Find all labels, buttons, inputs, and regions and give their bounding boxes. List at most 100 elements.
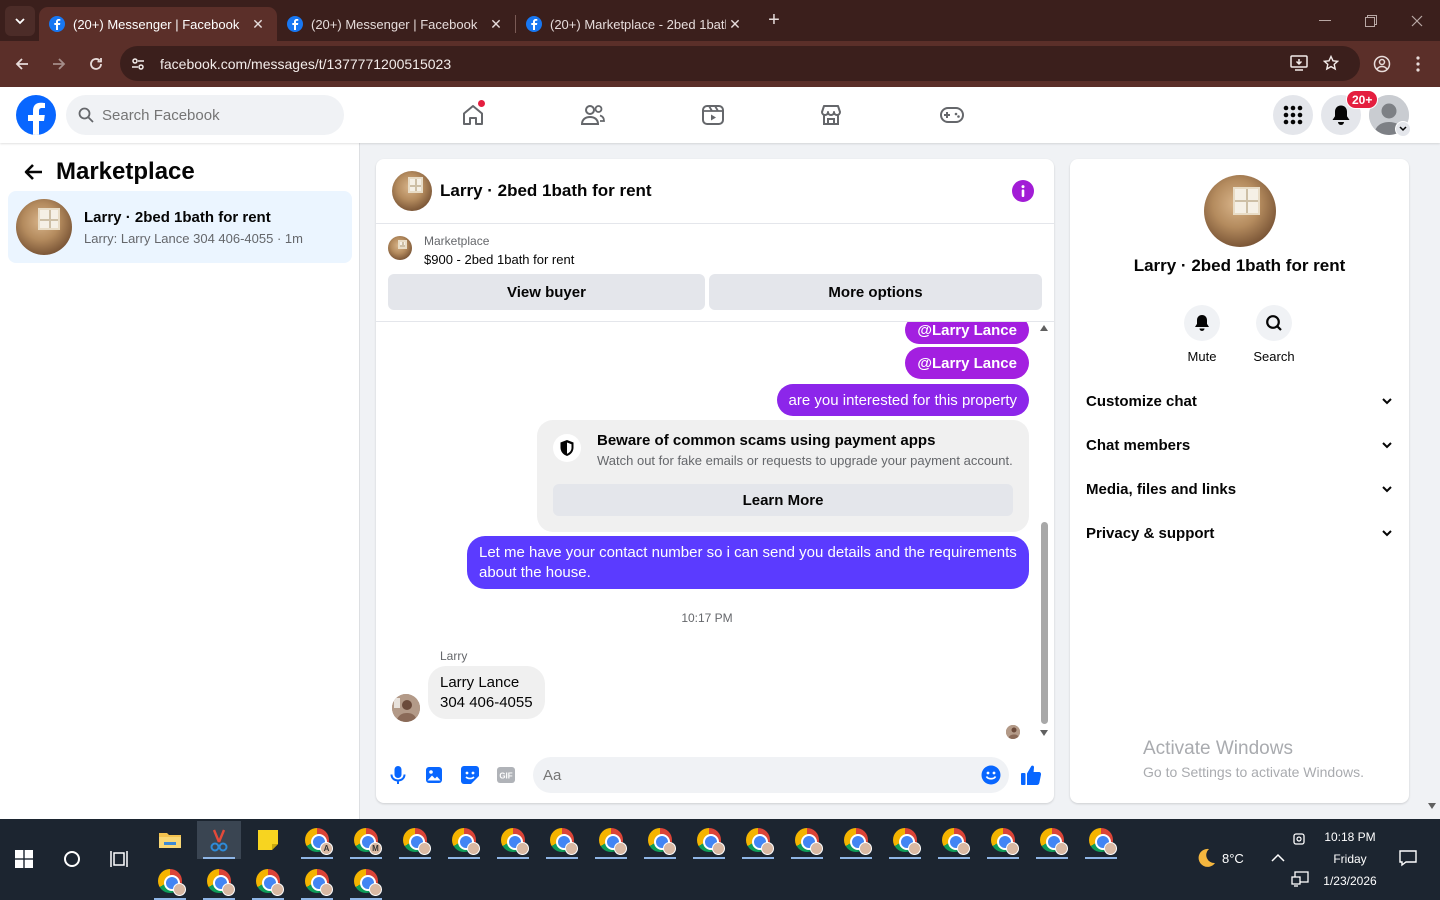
chrome-taskbar-icon[interactable]	[295, 862, 339, 900]
chrome-taskbar-icon[interactable]	[785, 821, 829, 859]
sender-avatar[interactable]	[392, 694, 420, 722]
chrome-taskbar-icon[interactable]	[246, 862, 290, 900]
tab-close-icon[interactable]: ✕	[726, 15, 744, 33]
chrome-taskbar-icon[interactable]: A	[295, 821, 339, 859]
tab-close-icon[interactable]: ✕	[487, 15, 505, 33]
address-bar[interactable]: facebook.com/messages/t/1377771200515023	[120, 46, 1360, 81]
reload-button[interactable]	[79, 47, 113, 81]
learn-more-button[interactable]: Learn More	[553, 484, 1013, 516]
facebook-logo-icon[interactable]	[16, 95, 56, 135]
chrome-taskbar-icon[interactable]	[344, 862, 388, 900]
chrome-taskbar-icon[interactable]: M	[344, 821, 388, 859]
restore-button[interactable]	[1348, 0, 1394, 41]
search-box[interactable]	[66, 95, 344, 135]
tab-close-icon[interactable]: ✕	[249, 15, 267, 33]
browser-tab[interactable]: (20+) Marketplace - 2bed 1bath ✕	[516, 7, 754, 41]
clock-day[interactable]: Friday	[1318, 852, 1382, 866]
nav-gaming[interactable]	[896, 87, 1008, 143]
network-tray-icon[interactable]	[1280, 862, 1320, 896]
page-scroll-down-arrow[interactable]	[1428, 803, 1436, 809]
nav-friends[interactable]	[537, 87, 649, 143]
nav-video[interactable]	[657, 87, 769, 143]
mute-action[interactable]: Mute	[1172, 305, 1232, 364]
chrome-taskbar-icon[interactable]	[148, 862, 192, 900]
nav-marketplace[interactable]	[775, 87, 887, 143]
kebab-menu-icon[interactable]	[1401, 47, 1435, 81]
message-scrollbar[interactable]	[1041, 522, 1048, 724]
more-options-button[interactable]: More options	[709, 274, 1042, 310]
clock-time[interactable]: 10:18 PM	[1318, 830, 1382, 844]
profile-icon[interactable]	[1365, 47, 1399, 81]
new-tab-button[interactable]: +	[760, 7, 788, 35]
back-arrow-button[interactable]	[18, 157, 48, 187]
close-window-button[interactable]	[1394, 0, 1440, 41]
browser-tab[interactable]: (20+) Messenger | Facebook ✕	[39, 7, 277, 41]
browser-tab[interactable]: (20+) Messenger | Facebook ✕	[277, 7, 515, 41]
outgoing-message[interactable]: are you interested for this property	[776, 384, 1029, 416]
bookmark-star-icon[interactable]	[1314, 46, 1348, 80]
scroll-down-arrow[interactable]	[1040, 730, 1048, 736]
search-taskbar-button[interactable]	[48, 839, 96, 879]
install-app-icon[interactable]	[1282, 46, 1316, 80]
chrome-taskbar-icon[interactable]	[638, 821, 682, 859]
start-button[interactable]	[0, 839, 48, 879]
voice-clip-button[interactable]	[381, 758, 415, 792]
chrome-taskbar-icon[interactable]	[932, 821, 976, 859]
message-input[interactable]	[543, 766, 963, 784]
chrome-taskbar-icon[interactable]	[491, 821, 535, 859]
privacy-support-row[interactable]: Privacy & support	[1086, 513, 1393, 553]
chrome-taskbar-icon[interactable]	[1030, 821, 1074, 859]
sticker-button[interactable]	[453, 758, 487, 792]
tab-search-button[interactable]	[5, 5, 35, 36]
emoji-button[interactable]	[979, 763, 1003, 787]
nav-home[interactable]	[417, 87, 529, 143]
details-avatar[interactable]	[1204, 175, 1276, 247]
chat-members-row[interactable]: Chat members	[1086, 425, 1393, 465]
chrome-taskbar-icon[interactable]	[687, 821, 731, 859]
like-button[interactable]	[1014, 758, 1048, 792]
chrome-taskbar-icon[interactable]	[834, 821, 878, 859]
chrome-taskbar-icon[interactable]	[442, 821, 486, 859]
outgoing-message[interactable]: @Larry Lance	[905, 347, 1029, 379]
info-button[interactable]	[1012, 180, 1034, 202]
task-view-button[interactable]	[96, 839, 144, 879]
sticker-icon	[461, 766, 479, 784]
chrome-taskbar-icon[interactable]	[1079, 821, 1123, 859]
sticky-notes-taskbar-icon[interactable]	[246, 821, 290, 859]
media-files-links-row[interactable]: Media, files and links	[1086, 469, 1393, 509]
gif-button[interactable]: GIF	[489, 758, 523, 792]
clock-date[interactable]: 1/23/2026	[1318, 874, 1382, 888]
listing-title[interactable]: $900 - 2bed 1bath for rent	[424, 252, 574, 267]
menu-button[interactable]	[1273, 95, 1313, 135]
chrome-taskbar-icon[interactable]	[393, 821, 437, 859]
meet-now-tray-icon[interactable]	[1280, 822, 1320, 856]
account-chevron-icon[interactable]	[1395, 121, 1411, 137]
search-action[interactable]: Search	[1244, 305, 1304, 364]
view-buyer-button[interactable]: View buyer	[388, 274, 705, 310]
details-name: Larry · 2bed 1bath for rent	[1133, 256, 1346, 275]
section-label: Media, files and links	[1086, 480, 1237, 498]
file-explorer-taskbar-icon[interactable]	[148, 821, 192, 859]
chrome-taskbar-icon[interactable]	[197, 862, 241, 900]
chrome-taskbar-icon[interactable]	[736, 821, 780, 859]
outgoing-message[interactable]: @Larry Lance	[905, 322, 1029, 344]
chrome-taskbar-icon[interactable]	[540, 821, 584, 859]
customize-chat-row[interactable]: Customize chat	[1086, 381, 1393, 421]
search-input[interactable]	[102, 106, 322, 124]
conversation-item[interactable]: Larry · 2bed 1bath for rent Larry: Larry…	[8, 191, 352, 263]
chat-header[interactable]: Larry · 2bed 1bath for rent	[376, 159, 1054, 224]
minimize-button[interactable]	[1302, 0, 1348, 41]
outgoing-message[interactable]: Let me have your contact number so i can…	[467, 536, 1029, 589]
chrome-taskbar-icon[interactable]	[981, 821, 1025, 859]
site-info-icon[interactable]	[124, 50, 152, 78]
message-box[interactable]	[533, 757, 1009, 793]
chrome-taskbar-icon[interactable]	[589, 821, 633, 859]
back-button[interactable]	[5, 47, 39, 81]
attach-photo-button[interactable]	[417, 758, 451, 792]
incoming-message[interactable]: Larry Lance 304 406-4055	[428, 666, 545, 719]
scroll-up-arrow[interactable]	[1040, 325, 1048, 331]
snipping-tool-taskbar-icon[interactable]	[197, 821, 241, 859]
forward-button[interactable]	[42, 47, 76, 81]
chrome-taskbar-icon[interactable]	[883, 821, 927, 859]
action-center-button[interactable]	[1386, 839, 1430, 877]
